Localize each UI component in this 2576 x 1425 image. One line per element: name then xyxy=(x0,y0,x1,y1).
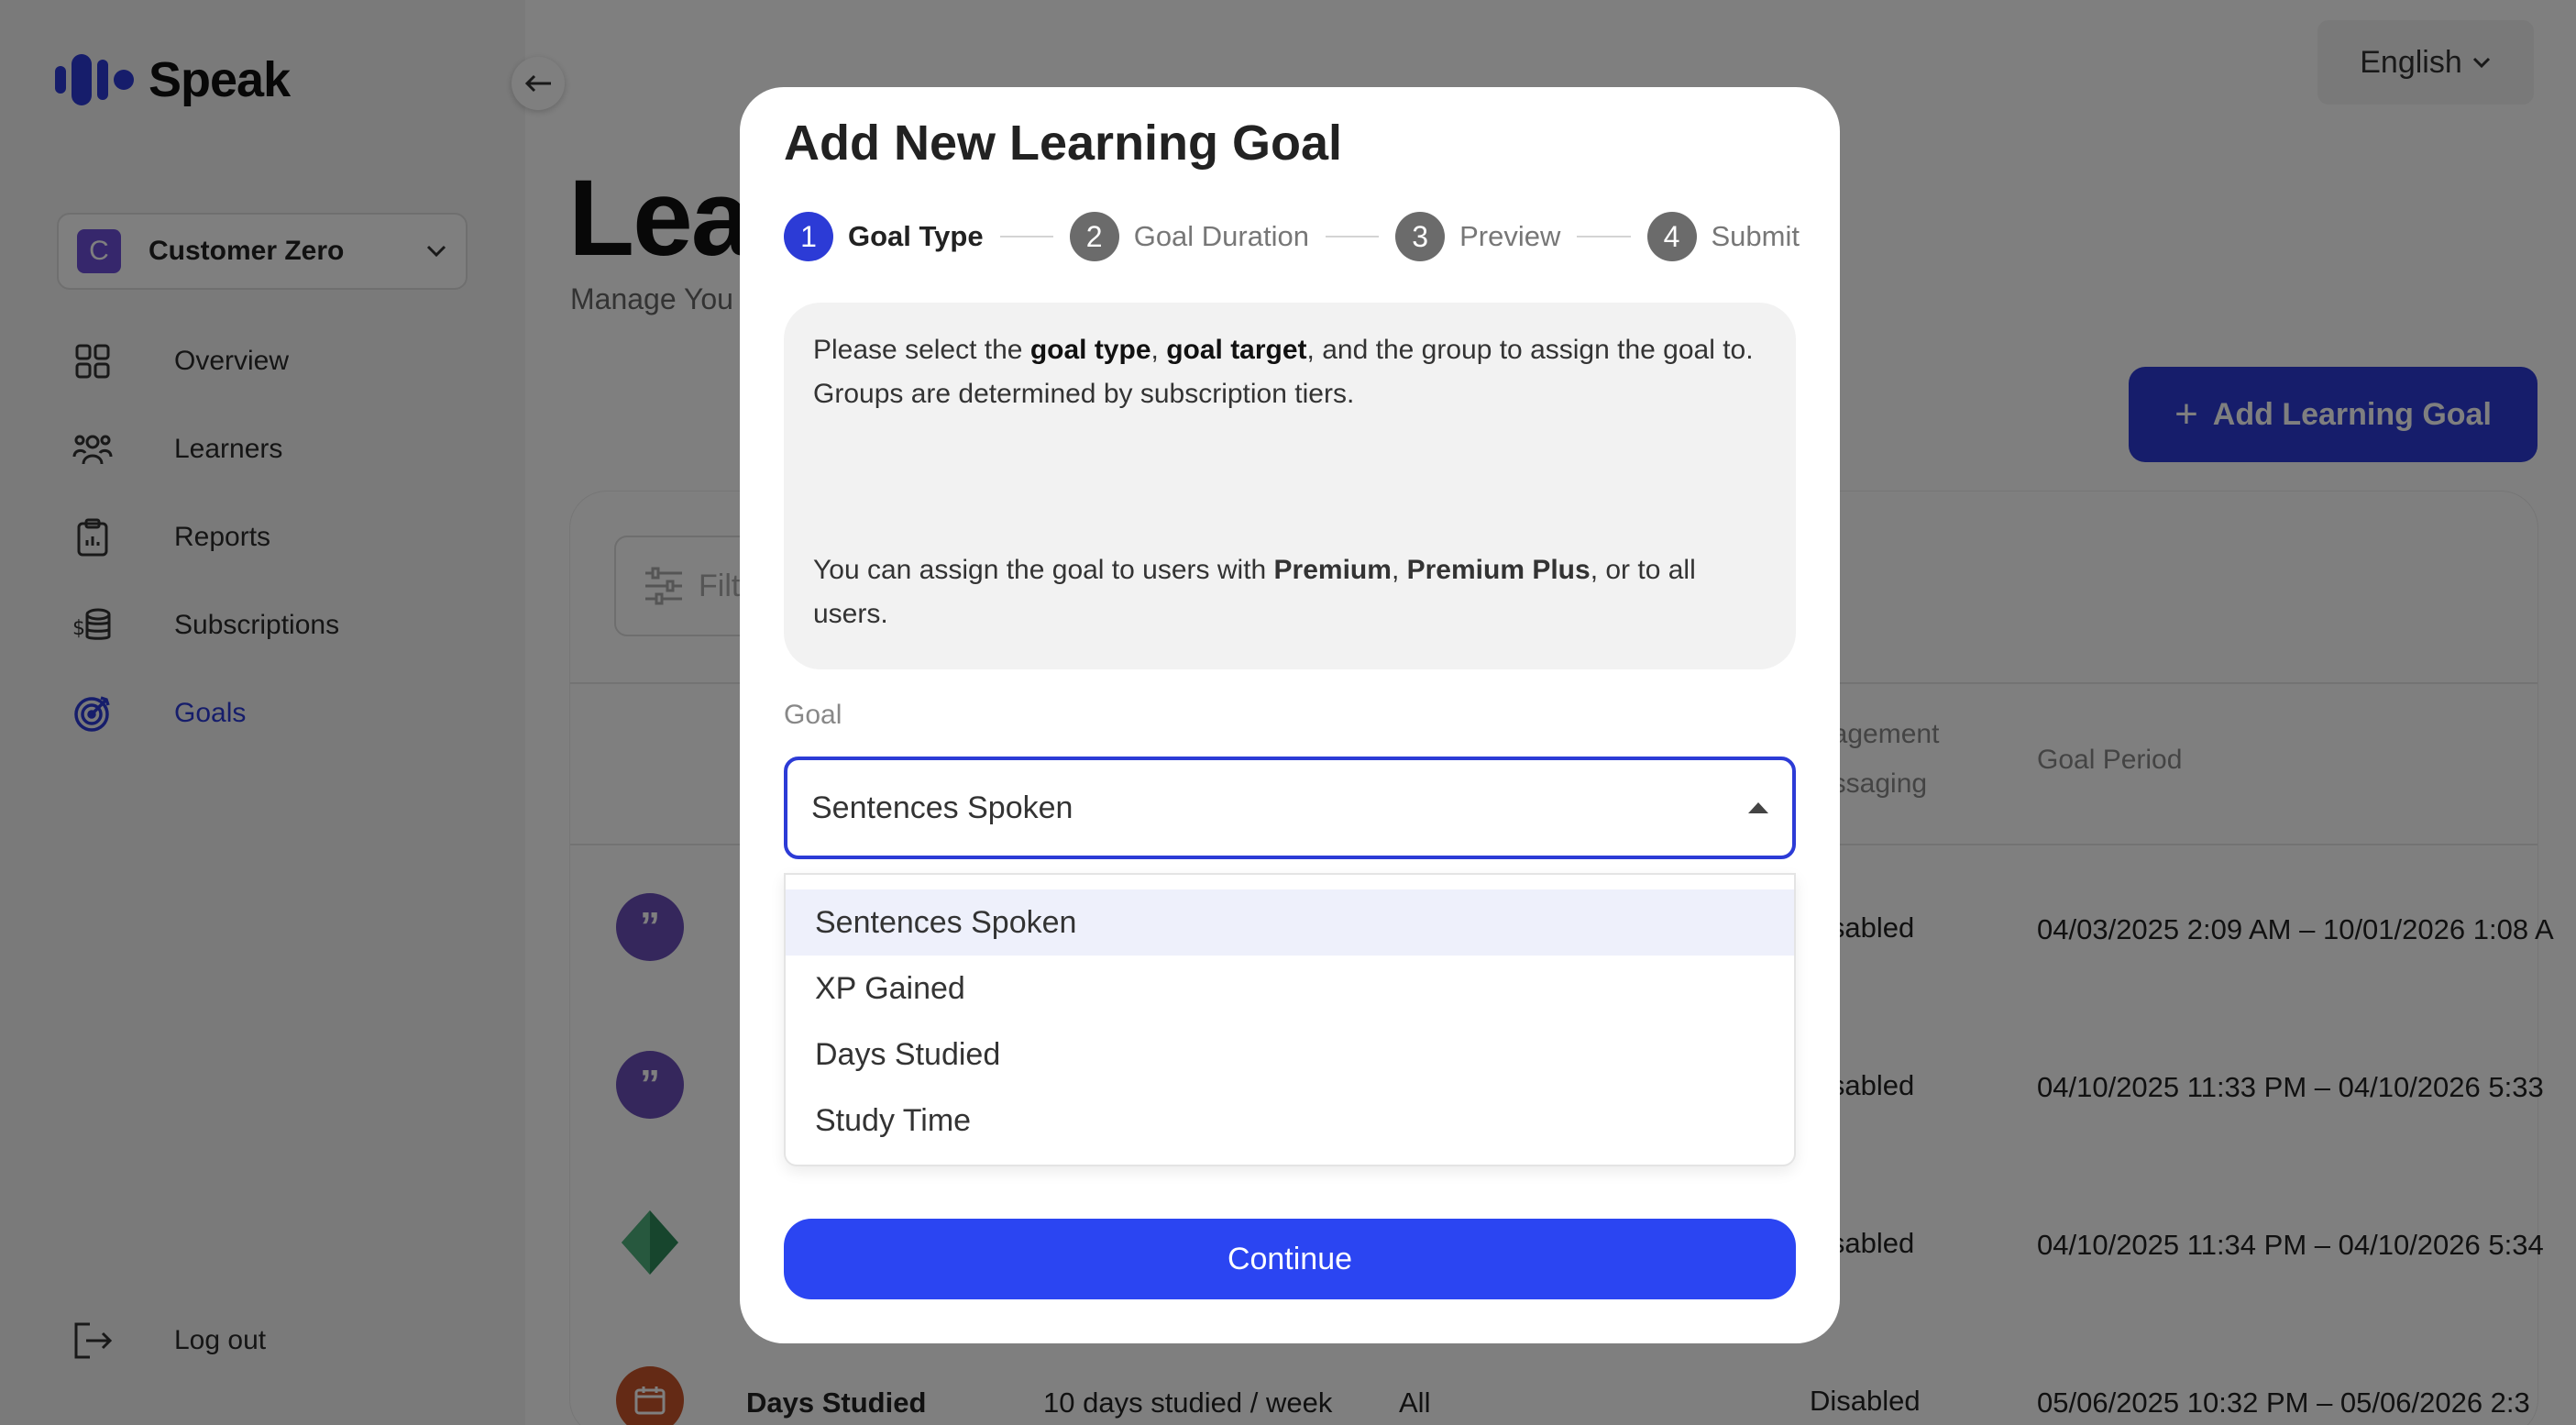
step-goal-type: 1 Goal Type xyxy=(784,212,984,261)
modal-title: Add New Learning Goal xyxy=(784,116,1343,171)
goal-select[interactable]: Sentences Spoken xyxy=(784,757,1796,859)
step-number: 4 xyxy=(1646,212,1697,261)
goal-option-sentences-spoken[interactable]: Sentences Spoken xyxy=(786,889,1794,956)
goal-field-label: Goal xyxy=(784,700,842,730)
goal-select-value: Sentences Spoken xyxy=(811,790,1073,825)
goal-option-xp-gained[interactable]: XP Gained xyxy=(786,956,1794,1022)
step-number: 2 xyxy=(1069,212,1119,261)
step-submit: 4 Submit xyxy=(1646,212,1800,261)
step-connector xyxy=(1577,236,1631,238)
step-preview: 3 Preview xyxy=(1395,212,1560,261)
step-connector xyxy=(999,236,1053,238)
add-goal-modal: Add New Learning Goal 1 Goal Type 2 Goal… xyxy=(740,87,1840,1343)
step-label: Goal Type xyxy=(848,220,984,252)
info-box: Please select the goal type, goal target… xyxy=(784,303,1796,669)
continue-button[interactable]: Continue xyxy=(784,1219,1796,1299)
goal-option-study-time[interactable]: Study Time xyxy=(786,1088,1794,1154)
info-paragraph-2: You can assign the goal to users with Pr… xyxy=(813,555,1696,629)
goal-dropdown-menu: Sentences Spoken XP Gained Days Studied … xyxy=(784,873,1796,1166)
step-connector xyxy=(1325,236,1380,238)
step-label: Preview xyxy=(1459,220,1561,252)
step-number: 3 xyxy=(1395,212,1446,261)
step-label: Submit xyxy=(1711,220,1800,252)
stepper: 1 Goal Type 2 Goal Duration 3 Preview 4 … xyxy=(784,210,1800,263)
step-number: 1 xyxy=(784,212,833,261)
info-paragraph-1: Please select the goal type, goal target… xyxy=(813,335,1754,409)
caret-up-icon xyxy=(1748,802,1768,813)
goal-option-days-studied[interactable]: Days Studied xyxy=(786,1022,1794,1088)
step-goal-duration: 2 Goal Duration xyxy=(1069,212,1309,261)
step-label: Goal Duration xyxy=(1133,220,1309,252)
